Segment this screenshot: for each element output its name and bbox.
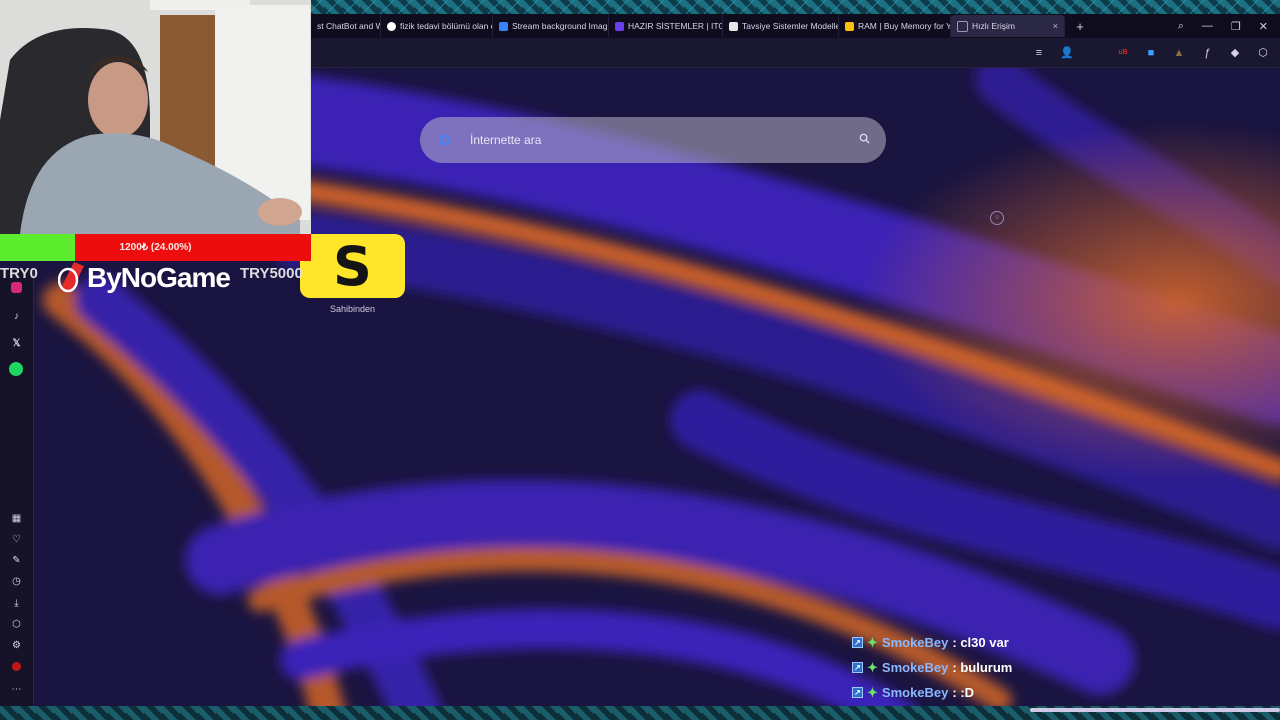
- horizontal-scrollbar[interactable]: [1030, 708, 1280, 712]
- more-icon[interactable]: ⋯: [8, 681, 25, 698]
- search-input[interactable]: İnternette ara: [470, 133, 859, 147]
- x-icon[interactable]: 𝕏: [8, 335, 25, 352]
- chat-username: SmokeBey: [881, 660, 949, 675]
- extensions-cube-icon[interactable]: ⬡: [1256, 46, 1270, 59]
- restore-button[interactable]: ❐: [1231, 20, 1241, 33]
- tile-label: Sahibinden: [329, 304, 376, 314]
- customize-icon[interactable]: ☺: [990, 211, 1004, 225]
- chat-message: ↗ ✦ SmokeBey : cl30 var: [852, 630, 1012, 655]
- close-tab-icon[interactable]: ×: [1043, 21, 1058, 31]
- itopya-icon: [615, 21, 624, 31]
- extension-blue-icon[interactable]: ■: [1144, 47, 1158, 59]
- menu-icon[interactable]: ≡: [1032, 47, 1046, 59]
- google-logo-icon: G: [439, 131, 451, 149]
- heart-icon[interactable]: ♡: [8, 531, 25, 548]
- star-badge-icon: ✦: [867, 634, 878, 650]
- tab-google-search[interactable]: fizik tedavi bölümü olan d: [381, 15, 493, 37]
- search-icon[interactable]: [859, 133, 870, 147]
- tab-ram-memory[interactable]: RAM | Buy Memory for Yo: [839, 15, 951, 37]
- tab-tavsiye-sistemler[interactable]: Tavsiye Sistemler Modelle: [723, 15, 839, 37]
- profile-icon[interactable]: 👤: [1060, 46, 1074, 59]
- doc-icon: [499, 21, 508, 31]
- tile-logo: S: [300, 234, 405, 298]
- speed-dial-icon: [957, 20, 968, 32]
- tab-label: Stream background Imag: [512, 21, 608, 31]
- sponsor-logo: ByNoGame: [58, 262, 231, 294]
- browser-sidebar: ♪ 𝕏 ▦ ♡ ✎ ◷ ⤓ ⬡ ⚙ ⋯: [0, 270, 34, 706]
- tab-strip: st ChatBot and Wi fizik tedavi bölümü ol…: [311, 14, 1280, 38]
- google-icon: [387, 21, 396, 31]
- crown-icon: [845, 21, 854, 31]
- extension-script-icon[interactable]: ƒ: [1200, 47, 1214, 59]
- grid-icon[interactable]: ▦: [8, 510, 25, 527]
- ublock-icon[interactable]: [12, 662, 21, 671]
- download-icon[interactable]: ⤓: [8, 595, 25, 612]
- tab-label: Tavsiye Sistemler Modelle: [742, 21, 839, 31]
- subscriber-badge-icon: ↗: [852, 637, 863, 648]
- tab-itopya[interactable]: HAZIR SİSTEMLER | ITOPY: [609, 15, 723, 37]
- speed-dial-tile-sahibinden[interactable]: S Sahibinden: [300, 234, 405, 316]
- new-tab-button[interactable]: +: [1071, 17, 1089, 35]
- bynogame-logo-icon: [58, 262, 84, 294]
- site-icon: [729, 21, 738, 31]
- tab-label: RAM | Buy Memory for Yo: [858, 21, 951, 31]
- star-badge-icon: ✦: [867, 659, 878, 675]
- close-window-button[interactable]: ✕: [1259, 20, 1268, 33]
- tab-search-icon[interactable]: ⌕: [1178, 20, 1184, 33]
- subscriber-badge-icon: ↗: [852, 687, 863, 698]
- tab-stream-background[interactable]: Stream background Imag: [493, 15, 609, 37]
- chat-text: : :D: [952, 685, 975, 700]
- subscriber-badge-icon: ↗: [852, 662, 863, 673]
- donation-goal-bar: 1200₺ (24.00%): [0, 234, 311, 261]
- browser-toolbar: ≡ 👤 uB ■ ▲ ƒ ◆ ⬡: [311, 38, 1280, 68]
- bottom-decorative-border: [0, 706, 1280, 720]
- stream-chat: ↗ ✦ SmokeBey : cl30 var ↗ ✦ SmokeBey : b…: [852, 630, 1012, 705]
- extension-brown-icon[interactable]: ▲: [1172, 47, 1186, 59]
- sponsor-name: ByNoGame: [87, 262, 231, 293]
- chat-text: : bulurum: [952, 660, 1013, 675]
- chat-message: ↗ ✦ SmokeBey : :D: [852, 680, 1012, 705]
- chat-username: SmokeBey: [881, 635, 949, 650]
- tab-label: HAZIR SİSTEMLER | ITOPY: [628, 21, 722, 31]
- chat-text: : cl30 var: [952, 635, 1009, 650]
- instagram-icon[interactable]: [11, 282, 22, 293]
- tab-label: st ChatBot and Wi: [317, 21, 381, 31]
- settings-icon[interactable]: ⚙: [8, 637, 25, 654]
- tab-chatbot[interactable]: st ChatBot and Wi: [311, 15, 381, 37]
- star-badge-icon: ✦: [867, 684, 878, 700]
- box-icon[interactable]: ⬡: [8, 616, 25, 633]
- search-bar[interactable]: G İnternette ara: [420, 117, 886, 163]
- minimize-button[interactable]: —: [1202, 20, 1213, 32]
- ublock-extension-icon[interactable]: uB: [1116, 49, 1130, 56]
- history-icon[interactable]: ◷: [8, 573, 25, 590]
- webcam-overlay: [0, 0, 311, 234]
- window-controls: ⌕ — ❐ ✕: [1178, 20, 1280, 33]
- edit-icon[interactable]: ✎: [8, 552, 25, 569]
- goal-min-label: TRY0: [0, 265, 38, 282]
- chat-username: SmokeBey: [881, 685, 949, 700]
- goal-max-label: TRY5000: [240, 265, 303, 282]
- tab-hizli-erisim[interactable]: Hızlı Erişim ×: [951, 15, 1065, 37]
- tiktok-icon[interactable]: ♪: [8, 308, 25, 325]
- donation-text: 1200₺ (24.00%): [119, 242, 192, 253]
- tab-label: Hızlı Erişim: [972, 21, 1015, 31]
- chat-message: ↗ ✦ SmokeBey : bulurum: [852, 655, 1012, 680]
- extension-diamond-icon[interactable]: ◆: [1228, 46, 1242, 59]
- spotify-icon[interactable]: [9, 362, 23, 376]
- tab-label: fizik tedavi bölümü olan d: [400, 21, 493, 31]
